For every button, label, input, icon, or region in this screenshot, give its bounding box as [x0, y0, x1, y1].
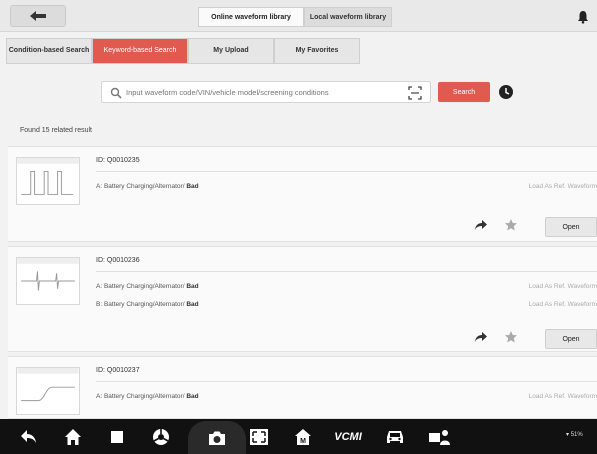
search-icon	[110, 87, 122, 99]
waveform-status: Bad	[186, 283, 199, 290]
car-icon[interactable]	[384, 427, 406, 447]
maxifix-icon[interactable]: M	[292, 427, 314, 447]
search-mode-tabs: Condition-based Search Keyword-based Sea…	[6, 38, 360, 64]
tab-local-waveform-library[interactable]: Local waveform library	[304, 7, 392, 27]
waveform-status: Bad	[186, 301, 199, 308]
tab-my-upload[interactable]: My Upload	[188, 38, 274, 64]
tab-keyword-based-search[interactable]: Keyword-based Search	[92, 38, 188, 64]
recent-apps-icon[interactable]	[106, 427, 128, 447]
tab-online-waveform-library[interactable]: Online waveform library	[198, 7, 304, 27]
divider	[96, 381, 597, 382]
waveform-status: Bad	[186, 393, 199, 400]
vcmi-icon[interactable]: VCMI	[330, 427, 366, 447]
waveform-label: B: Battery Charging/Alternator/	[96, 301, 185, 308]
waveform-label: A: Battery Charging/Alternator/	[96, 393, 185, 400]
home-icon[interactable]	[62, 427, 84, 447]
favorite-star-icon[interactable]	[504, 218, 518, 232]
search-input[interactable]	[126, 84, 396, 101]
svg-text:M: M	[300, 438, 306, 445]
result-card: ID: Q0010235 A: Battery Charging/Alterna…	[8, 146, 597, 242]
waveform-id: ID: Q0010237	[96, 367, 140, 374]
scan-icon[interactable]	[408, 86, 422, 100]
waveform-row: A: Battery Charging/Alternator/ Bad	[96, 183, 199, 190]
back-arrow-icon	[30, 11, 46, 21]
library-tabs: Online waveform library Local waveform l…	[198, 7, 392, 27]
back-button[interactable]	[10, 5, 66, 27]
waveform-thumbnail[interactable]	[16, 257, 80, 305]
tab-condition-based-search[interactable]: Condition-based Search	[6, 38, 92, 64]
waveform-label: A: Battery Charging/Alternator/	[96, 183, 185, 190]
results-count: Found 15 related result	[20, 127, 92, 134]
favorite-star-icon[interactable]	[504, 330, 518, 344]
open-button[interactable]: Open	[545, 217, 597, 237]
vcmi-label: VCMI	[334, 431, 362, 443]
divider	[96, 271, 597, 272]
waveform-thumbnail[interactable]	[16, 367, 80, 415]
result-card: ID: Q0010236 A: Battery Charging/Alterna…	[8, 246, 597, 352]
bottom-navigation-bar: M VCMI ▾ 51%	[0, 419, 597, 454]
tab-my-favorites[interactable]: My Favorites	[274, 38, 360, 64]
open-button[interactable]: Open	[545, 329, 597, 349]
waveform-id: ID: Q0010236	[96, 257, 140, 264]
load-as-ref-link[interactable]: Load As Ref. Waveform	[529, 301, 597, 308]
waveform-label: A: Battery Charging/Alternator/	[96, 283, 185, 290]
battery-wifi-status: ▾ 51%	[566, 431, 583, 438]
share-icon[interactable]	[474, 331, 488, 343]
waveform-thumbnail[interactable]	[16, 157, 80, 205]
waveform-row: A: Battery Charging/Alternator/ Bad	[96, 283, 199, 290]
divider	[96, 171, 597, 172]
waveform-id: ID: Q0010235	[96, 157, 140, 164]
load-as-ref-link[interactable]: Load As Ref. Waveform	[529, 183, 597, 190]
waveform-row: A: Battery Charging/Alternator/ Bad	[96, 393, 199, 400]
camera-icon[interactable]	[188, 421, 246, 454]
screen-record-icon[interactable]	[248, 427, 270, 447]
battery-level-text: 51%	[570, 432, 583, 438]
share-icon[interactable]	[474, 219, 488, 231]
wifi-icon: ▾	[566, 432, 570, 438]
history-clock-icon[interactable]	[498, 84, 514, 100]
top-bar: Online waveform library Local waveform l…	[0, 0, 597, 32]
load-as-ref-link[interactable]: Load As Ref. Waveform	[529, 283, 597, 290]
waveform-row: B: Battery Charging/Alternator/ Bad	[96, 301, 199, 308]
search-button[interactable]: Search	[438, 82, 490, 102]
back-icon[interactable]	[18, 427, 40, 447]
result-card: ID: Q0010237 A: Battery Charging/Alterna…	[8, 356, 597, 419]
search-box	[101, 81, 431, 103]
alarm-bell-icon[interactable]	[576, 10, 590, 24]
remote-support-icon[interactable]	[428, 427, 450, 447]
waveform-status: Bad	[186, 183, 199, 190]
browser-icon[interactable]	[150, 427, 172, 447]
load-as-ref-link[interactable]: Load As Ref. Waveform	[529, 393, 597, 400]
